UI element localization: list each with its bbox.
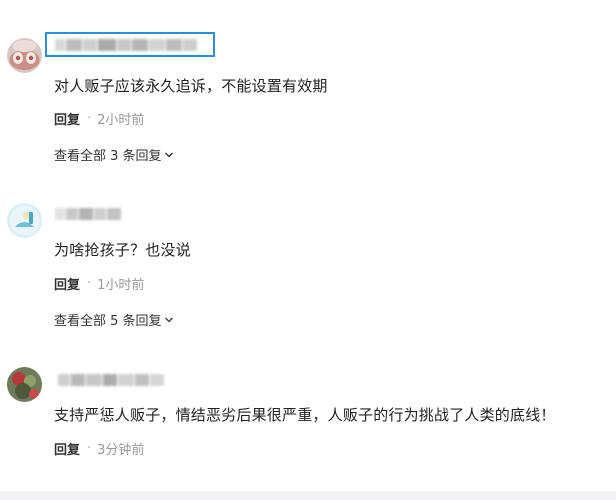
comment-text: 支持严惩人贩子，情结恶劣后果很严重，人贩子的行为挑战了人类的底线！ — [54, 406, 556, 424]
avatar-image — [7, 203, 42, 238]
comment-meta: 回复 · 2小时前 — [54, 109, 144, 128]
reply-button[interactable]: 回复 — [54, 274, 80, 293]
reply-button[interactable]: 回复 — [54, 109, 80, 128]
comment-meta: 回复 · 1小时前 — [54, 274, 144, 293]
separator-dot: · — [87, 111, 92, 126]
view-replies-button[interactable]: 查看全部 3 条回复 — [54, 145, 174, 164]
username-redacted[interactable] — [55, 207, 121, 221]
username-redacted[interactable] — [55, 38, 197, 52]
timestamp: 1小时前 — [97, 278, 145, 293]
view-replies-button[interactable]: 查看全部 5 条回复 — [54, 310, 174, 329]
view-replies-label: 查看全部 3 条回复 — [54, 149, 162, 164]
separator-dot: · — [87, 441, 92, 456]
timestamp: 2小时前 — [97, 113, 145, 128]
view-replies-label: 查看全部 5 条回复 — [54, 314, 162, 329]
username-redacted[interactable] — [58, 373, 164, 387]
comment-meta: 回复 · 3分钟前 — [54, 439, 144, 458]
comment-text: 对人贩子应该永久追诉，不能设置有效期 — [54, 77, 328, 95]
avatar[interactable] — [7, 367, 42, 402]
avatar-image — [7, 38, 42, 73]
reply-button[interactable]: 回复 — [54, 439, 80, 458]
chevron-down-icon — [164, 152, 173, 157]
bottom-divider — [0, 491, 616, 500]
chevron-down-icon — [164, 317, 173, 322]
avatar[interactable] — [7, 38, 42, 73]
timestamp: 3分钟前 — [97, 443, 145, 458]
avatar-image — [7, 367, 42, 402]
avatar[interactable] — [7, 203, 42, 238]
separator-dot: · — [87, 276, 92, 291]
comment-text: 为啥抢孩子？也没说 — [54, 241, 191, 259]
